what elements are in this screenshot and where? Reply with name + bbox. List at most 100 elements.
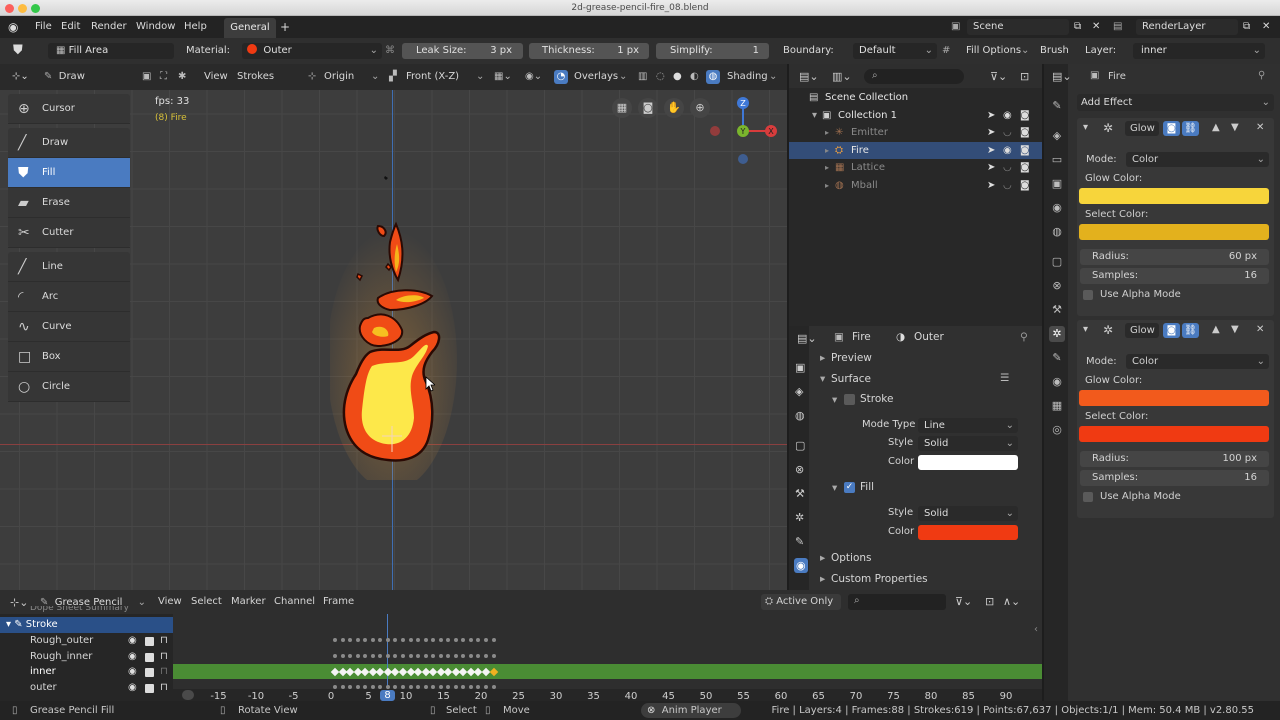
keyframe-dot[interactable] — [385, 654, 390, 658]
channel-layer-inner[interactable]: inner ◉ ⊓ — [0, 664, 173, 680]
layer-visibility-eye-icon[interactable]: ◉ — [128, 633, 137, 649]
use-alpha-checkbox[interactable] — [1083, 290, 1093, 300]
shading-dropdown[interactable]: Shading — [727, 70, 768, 84]
options-section[interactable]: Options — [831, 552, 872, 564]
show-in-viewport-icon[interactable]: ⛓ — [1182, 323, 1199, 338]
add-workspace-button[interactable]: + — [280, 19, 290, 35]
move-up-icon[interactable]: ▲ — [1212, 122, 1220, 133]
pan-view-icon[interactable]: ✋ — [664, 98, 684, 118]
material-pin-icon[interactable]: ⌘ — [385, 43, 395, 59]
tool-erase[interactable]: ▰ Erase — [8, 188, 130, 218]
blender-logo-icon[interactable]: ◉ — [8, 19, 18, 35]
new-view-layer-icon[interactable]: ⧉ — [1243, 19, 1250, 35]
layer-lock-icon[interactable]: ⊓ — [160, 633, 168, 649]
channel-layer-rough-outer[interactable]: Rough_outer ◉ ⊓ — [0, 633, 173, 649]
toggle-grid-view-icon[interactable]: ▦ — [612, 98, 632, 118]
keyframe-dot[interactable] — [340, 638, 345, 642]
tool-fill[interactable]: ⛊ Fill — [8, 158, 130, 188]
tool-arc[interactable]: ◜ Arc — [8, 282, 130, 312]
overlays-dropdown[interactable]: Overlays — [574, 70, 618, 84]
thickness-field[interactable]: Thickness: 1 px — [529, 43, 649, 59]
radius-field[interactable]: Radius: 60 px — [1080, 249, 1269, 265]
keyframe-dot[interactable] — [453, 654, 458, 658]
object-mode-select[interactable]: ✎ Draw — [40, 69, 134, 85]
layer-visibility-eye-icon[interactable]: ◉ — [128, 680, 137, 696]
layer-lock-icon[interactable]: ⊓ — [160, 664, 168, 680]
camera-view-icon[interactable]: ◙ — [638, 98, 658, 118]
tool-draw[interactable]: ╱ Draw — [8, 128, 130, 158]
outliner-editor-type-icon[interactable]: ▤⌄ — [799, 71, 819, 82]
outliner-row-mball[interactable]: ▸ ◍ Mball ➤ ◡ ◙ — [789, 177, 1042, 194]
pin-icon[interactable]: ⚲ — [1020, 331, 1028, 343]
keyframe-dot[interactable] — [355, 654, 360, 658]
render-camera-icon[interactable]: ◙ — [1020, 124, 1030, 141]
view-menu[interactable]: View — [204, 70, 228, 84]
dope-menu-frame[interactable]: Frame — [323, 596, 354, 607]
properties-editor-icon[interactable]: ▤⌄ — [797, 333, 817, 344]
move-down-icon[interactable]: ▼ — [1231, 324, 1239, 335]
channel-layer-outer[interactable]: outer ◉ ⊓ — [0, 680, 173, 696]
outliner-row-fire[interactable]: ▸ ⛭ Fire ➤ ◉ ◙ — [789, 141, 1042, 159]
keyframe-dot[interactable] — [468, 654, 473, 658]
playhead-line[interactable] — [387, 614, 388, 692]
mode-type-select[interactable]: Line ⌄ — [918, 418, 1018, 433]
surface-section[interactable]: Surface — [831, 373, 871, 385]
constraints-tab-icon[interactable]: ⊗ — [795, 464, 804, 475]
object-tab-icon[interactable]: ▢ — [1049, 254, 1065, 270]
keyframe-dot[interactable] — [491, 638, 496, 642]
filter-icon[interactable]: ⊽⌄ — [955, 596, 972, 607]
active-only-toggle[interactable]: ⛭ Active Only — [761, 594, 841, 610]
rendered-shading-icon[interactable]: ◍ — [706, 70, 720, 84]
outliner-search-input[interactable]: ⌕ — [864, 69, 964, 84]
outliner-row-collection-1[interactable]: ▾ ▣ Collection 1 ➤ ◉ ◙ — [789, 107, 1042, 124]
cancel-icon[interactable]: ⊗ — [647, 705, 655, 716]
render-tab-icon[interactable]: ◈ — [1049, 128, 1065, 144]
keyframe-dot[interactable] — [333, 654, 337, 658]
dope-search-input[interactable]: ⌕ — [848, 594, 946, 610]
modifiers-tab-icon[interactable]: ⚒ — [1049, 302, 1065, 318]
scene-tab-icon[interactable]: ◉ — [1049, 200, 1065, 216]
data-tab-icon[interactable]: ✎ — [1049, 350, 1065, 366]
stroke-style-select[interactable]: Solid ⌄ — [918, 436, 1018, 451]
effects-tab-icon[interactable]: ✲ — [795, 512, 804, 523]
select-color-swatch[interactable] — [1079, 224, 1269, 240]
visibility-eye-icon[interactable]: ◡ — [1003, 177, 1012, 194]
stroke-subsection[interactable]: Stroke — [860, 393, 893, 405]
fill-subsection[interactable]: Fill — [860, 481, 874, 493]
tool-cursor[interactable]: ⊕ Cursor — [8, 94, 130, 124]
stroke-color-swatch[interactable] — [918, 455, 1018, 470]
channel-object-stroke[interactable]: ▾ ✎ Stroke — [0, 617, 173, 633]
brush-dropdown[interactable]: Brush — [1040, 43, 1069, 59]
outliner-row-lattice[interactable]: ▸ ▦ Lattice ➤ ◡ ◙ — [789, 159, 1042, 176]
keyframe-dot[interactable] — [333, 638, 337, 642]
physics-tab-icon[interactable]: ◎ — [1049, 422, 1065, 438]
layer-onion-checkbox[interactable] — [145, 652, 154, 662]
chevron-right-icon[interactable]: ▸ — [825, 177, 829, 194]
custom-properties-section[interactable]: Custom Properties — [831, 573, 928, 585]
keyframe-dot[interactable] — [355, 638, 360, 642]
display-mode-icon[interactable]: ▥⌄ — [832, 71, 852, 82]
keyframe-dot[interactable] — [468, 638, 473, 642]
effects-tab-icon[interactable]: ✲ — [1049, 326, 1065, 342]
mode-select[interactable]: Color ⌄ — [1126, 354, 1269, 369]
view-layer-tab-icon[interactable]: ▣ — [1049, 176, 1065, 192]
fill-checkbox[interactable]: ✓ — [844, 482, 855, 493]
properties-editor-icon[interactable]: ▤⌄ — [1052, 71, 1072, 82]
boundary-select[interactable]: Default ⌄ — [853, 43, 937, 59]
show-in-viewport-icon[interactable]: ⛓ — [1182, 121, 1199, 136]
chevron-right-icon[interactable]: ▸ — [825, 159, 829, 176]
fill-color-swatch[interactable] — [918, 525, 1018, 540]
fire-grease-pencil-drawing[interactable] — [330, 160, 460, 480]
keyframe-dot[interactable] — [491, 654, 496, 658]
menu-window[interactable]: Window — [136, 19, 175, 35]
minimize-window-button[interactable] — [18, 4, 27, 13]
dope-menu-marker[interactable]: Marker — [231, 596, 266, 607]
remove-effect-icon[interactable]: ✕ — [1256, 122, 1264, 133]
keyframe-dot[interactable] — [385, 638, 390, 642]
filter-icon[interactable]: ⊽⌄ — [990, 71, 1007, 82]
mode-select[interactable]: Color ⌄ — [1126, 152, 1269, 167]
remove-effect-icon[interactable]: ✕ — [1256, 324, 1264, 335]
menu-help[interactable]: Help — [184, 19, 207, 35]
layer-lock-icon[interactable]: ⊓ — [160, 649, 168, 665]
layer-onion-checkbox[interactable] — [145, 668, 154, 677]
